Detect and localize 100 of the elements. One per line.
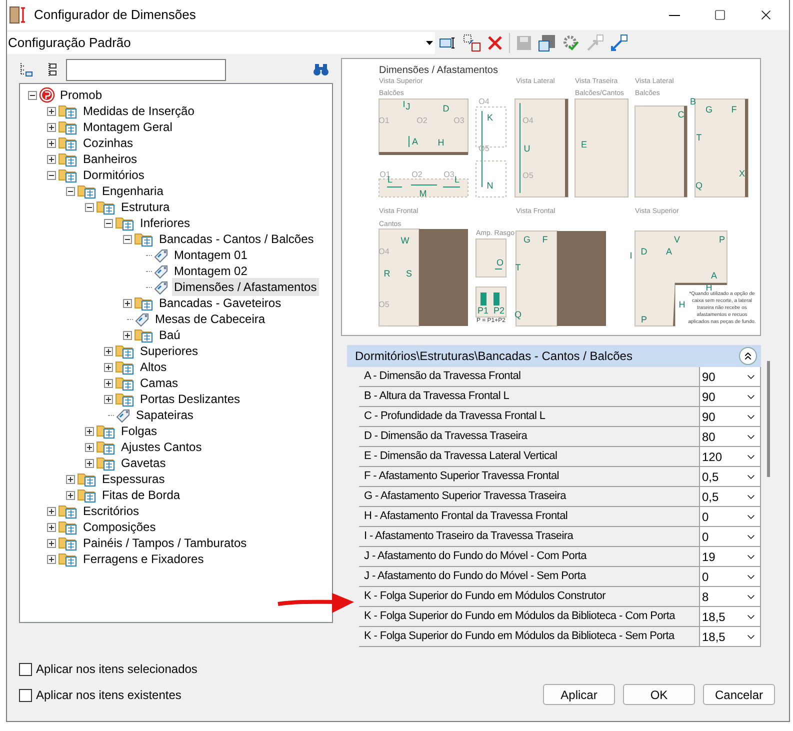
value-dropdown[interactable]: 90 [699,407,761,427]
expander-toggle[interactable] [66,474,75,484]
expander-toggle[interactable] [104,394,113,404]
tree-item[interactable]: Dimensões / Afastamentos [172,278,319,296]
expander-toggle[interactable] [47,522,56,532]
configuration-dropdown[interactable]: Configuração Padrão [7,32,435,54]
expander-toggle[interactable] [123,298,132,308]
expander-toggle[interactable] [47,154,56,164]
plus-icon [48,524,55,530]
dialog-button[interactable]: OK [623,684,695,705]
expander-toggle[interactable] [104,362,113,372]
expander-toggle[interactable] [47,122,56,132]
value-dropdown[interactable]: 8 [699,587,761,607]
value-dropdown[interactable]: 19 [699,547,761,567]
expander-toggle[interactable] [66,186,75,196]
expander-toggle[interactable] [85,442,94,452]
tree-item[interactable]: Inferiores [138,214,192,232]
rename-icon[interactable] [439,35,457,51]
tree-item[interactable]: Camas [138,374,180,392]
checkbox[interactable] [19,688,32,702]
tree-item[interactable]: Bancadas - Gaveteiros [157,294,284,312]
value-dropdown[interactable]: 0 [699,507,761,527]
tree-item[interactable]: Banheiros [81,150,140,168]
value-dropdown[interactable]: 18,5 [699,607,761,627]
tree-item[interactable]: Folgas [119,422,160,440]
value-dropdown[interactable]: 18,5 [699,627,761,647]
search-field[interactable] [66,59,226,81]
expander-toggle[interactable] [123,330,132,340]
expander-toggle[interactable] [104,218,113,228]
value-dropdown[interactable]: 80 [699,427,761,447]
tree-item[interactable]: Altos [138,358,169,376]
dimension-label: Q [514,310,522,320]
expander-toggle[interactable] [47,538,56,548]
folder-icon [115,359,135,375]
expander-toggle[interactable] [66,490,75,500]
tree-item[interactable]: Portas Deslizantes [138,390,242,408]
plus-icon [124,332,131,338]
dimension-label: U [524,144,530,154]
tree-item[interactable]: Baú [157,326,182,344]
collapse-button[interactable] [739,347,757,365]
value-dropdown[interactable]: 120 [699,447,761,467]
illustration-title: Dimensões / Afastamentos [379,66,498,76]
tree-item[interactable]: Cozinhas [81,134,136,152]
copy-icon[interactable] [463,34,481,52]
collapse-tree-icon[interactable] [18,62,34,78]
minimize-icon [668,14,680,16]
tree-item[interactable]: Dormitórios [81,166,146,184]
tree-item[interactable]: Fitas de Borda [100,486,182,504]
tree-item[interactable]: Ferragens e Fixadores [81,550,206,568]
checkbox[interactable] [19,662,32,676]
value-dropdown[interactable]: 0 [699,567,761,587]
expander-toggle[interactable] [47,106,56,116]
tree-item[interactable]: Engenharia [100,182,166,200]
tree-item[interactable]: Composições [81,518,158,536]
binoculars-icon[interactable] [313,63,329,77]
tree-item[interactable]: Espessuras [100,470,167,488]
folder-icon [134,295,154,311]
expander-toggle[interactable] [47,138,56,148]
tree-item[interactable]: Medidas de Inserção [81,102,196,120]
folder-icon [115,375,135,391]
dialog-button[interactable]: Cancelar [703,684,775,705]
tree-item[interactable]: Estrutura [119,198,172,216]
value-dropdown[interactable]: 90 [699,367,761,387]
expander-toggle[interactable] [47,506,56,516]
value-dropdown[interactable]: 0 [699,527,761,547]
value-dropdown[interactable]: 0,5 [699,487,761,507]
tree-item[interactable]: Promob [58,86,104,104]
dimension-label: J [406,102,410,112]
tree-item[interactable]: Montagem 02 [172,262,250,280]
tree-item[interactable]: Mesas de Cabeceira [153,310,268,328]
expander-toggle[interactable] [47,554,56,564]
tree-item[interactable]: Painéis / Tampos / Tamburatos [81,534,249,552]
expander-toggle[interactable] [104,378,113,388]
expander-toggle[interactable] [47,170,56,180]
settings-icon[interactable] [562,34,580,52]
checkbox-label: Aplicar nos itens selecionados [36,661,198,678]
dimension-label: D [640,248,648,256]
expander-toggle[interactable] [104,346,113,356]
expander-toggle[interactable] [85,458,94,468]
tree-item[interactable]: Gavetas [119,454,168,472]
tree-item[interactable]: Escritórios [81,502,142,520]
tree-item[interactable]: Superiores [138,342,200,360]
value-dropdown[interactable]: 90 [699,387,761,407]
delete-icon[interactable] [487,35,503,51]
expander-toggle[interactable] [85,426,94,436]
folder-icon [96,439,116,455]
tree-item[interactable]: Montagem 01 [172,246,250,264]
tree-item[interactable]: Montagem Geral [81,118,174,136]
tree-item[interactable]: Sapateiras [134,406,196,424]
scrollbar[interactable] [767,361,770,477]
tree-item[interactable]: Ajustes Cantos [119,438,204,456]
expander-toggle[interactable] [123,234,132,244]
import-icon[interactable] [610,34,628,52]
save-as-icon[interactable] [538,34,556,52]
dialog-button[interactable]: Aplicar [543,684,615,705]
tree-item[interactable]: Bancadas - Cantos / Balcões [157,230,316,248]
folder-icon [77,471,97,487]
expander-toggle[interactable] [28,90,37,100]
value-dropdown[interactable]: 0,5 [699,467,761,487]
expander-toggle[interactable] [85,202,94,212]
